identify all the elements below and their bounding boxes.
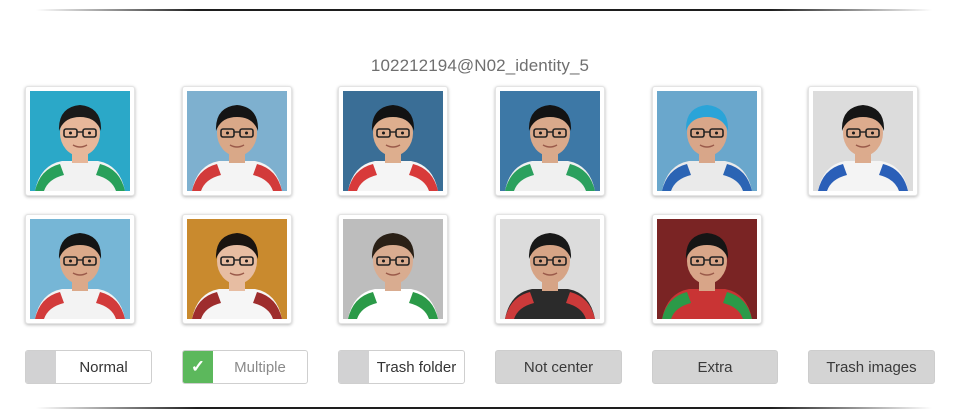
face-thumbnail-grid [0,0,960,340]
multiple-checkbox[interactable]: ✓ [183,351,213,383]
face-thumbnail[interactable] [338,214,448,324]
trash-folder-checkbox[interactable] [339,351,369,383]
face-thumbnail[interactable] [652,214,762,324]
identity-review-page: 102212194@N02_identity_5 Normal ✓ Multip… [0,0,960,420]
normal-label: Normal [79,358,128,376]
not-center-label: Not center [523,358,594,376]
face-portrait-image [813,91,913,191]
face-portrait-image [500,219,600,319]
trash-folder-label: Trash folder [376,358,457,376]
face-thumbnail[interactable] [495,214,605,324]
trash-folder-checkbox-button[interactable]: Trash folder [338,350,465,384]
face-portrait-image [187,91,287,191]
multiple-label: Multiple [234,358,286,376]
face-thumbnail[interactable] [182,86,292,196]
face-photo [657,219,757,319]
bottom-divider [36,407,932,409]
face-thumbnail[interactable] [338,86,448,196]
face-thumbnail[interactable] [25,86,135,196]
face-photo [30,219,130,319]
face-portrait-image [657,91,757,191]
face-portrait-image [30,219,130,319]
face-thumbnail[interactable] [25,214,135,324]
face-photo [657,91,757,191]
face-photo [500,219,600,319]
face-photo [343,219,443,319]
face-portrait-image [657,219,757,319]
multiple-checkbox-button[interactable]: ✓ Multiple [182,350,308,384]
face-photo [343,91,443,191]
face-portrait-image [187,219,287,319]
face-thumbnail[interactable] [182,214,292,324]
extra-button[interactable]: Extra [652,350,778,384]
not-center-button[interactable]: Not center [495,350,622,384]
face-photo [187,219,287,319]
trash-images-label: Trash images [826,358,917,376]
face-photo [187,91,287,191]
face-portrait-image [500,91,600,191]
face-photo [500,91,600,191]
extra-label: Extra [697,358,733,376]
check-icon: ✓ [190,357,206,376]
face-portrait-image [343,219,443,319]
face-photo [813,91,913,191]
normal-checkbox[interactable] [26,351,56,383]
face-thumbnail[interactable] [808,86,918,196]
face-thumbnail[interactable] [652,86,762,196]
face-thumbnail[interactable] [495,86,605,196]
face-photo [30,91,130,191]
face-portrait-image [30,91,130,191]
face-portrait-image [343,91,443,191]
normal-checkbox-button[interactable]: Normal [25,350,152,384]
trash-images-button[interactable]: Trash images [808,350,935,384]
